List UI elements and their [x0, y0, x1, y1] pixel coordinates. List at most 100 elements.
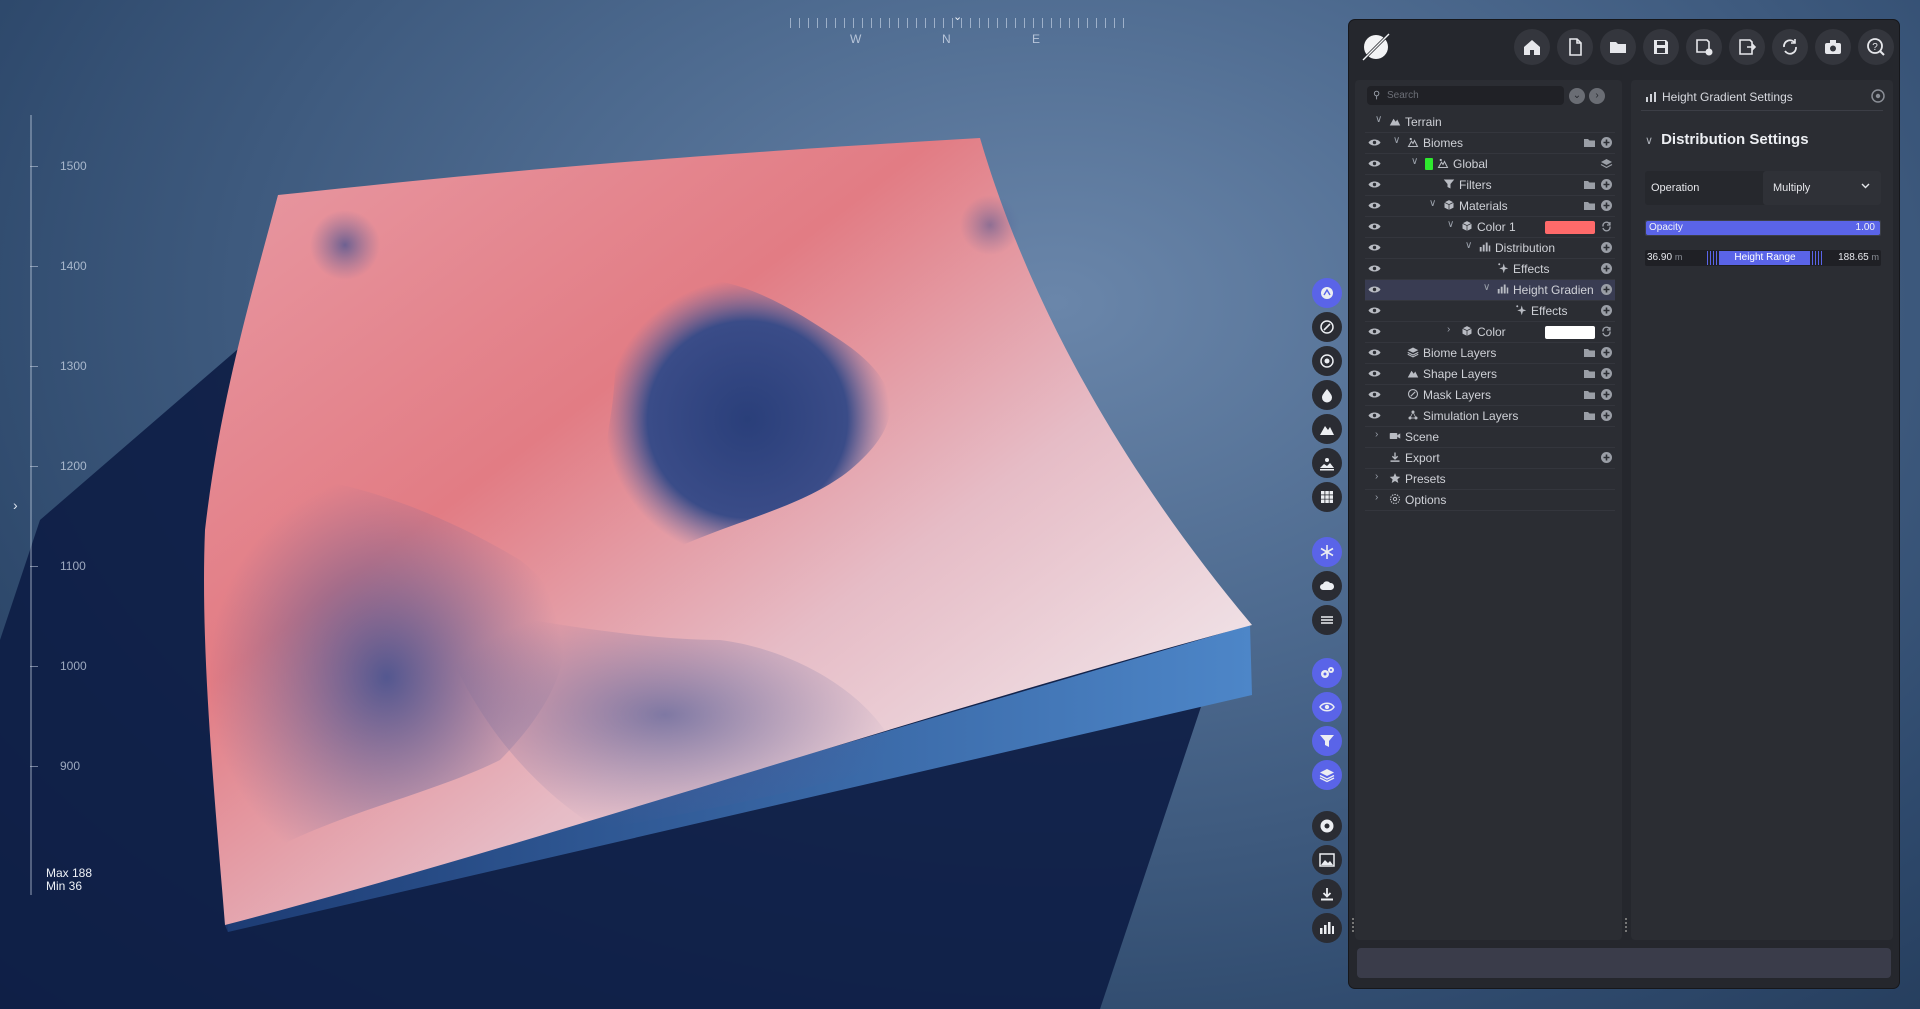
new-file-button[interactable]	[1557, 29, 1593, 65]
folder-icon[interactable]	[1583, 388, 1596, 401]
chevron-down-icon[interactable]: ∨	[1411, 156, 1418, 167]
collapse-all-icon[interactable]: ⌄	[1569, 88, 1585, 104]
tree-row[interactable]: Export	[1365, 448, 1615, 469]
visibility-eye-icon[interactable]	[1368, 264, 1381, 273]
landscape-tool-button[interactable]	[1312, 448, 1342, 478]
eye-tool-button[interactable]	[1312, 692, 1342, 722]
expand-left-icon[interactable]: ›	[13, 497, 18, 513]
tree-row[interactable]: ∨ Distribution	[1365, 238, 1615, 259]
tree-row[interactable]: ∨ Global	[1365, 154, 1615, 175]
cloud-tool-button[interactable]	[1312, 571, 1342, 601]
layers-tool-button[interactable]	[1312, 760, 1342, 790]
add-circle-icon[interactable]	[1600, 409, 1613, 422]
add-circle-icon[interactable]	[1600, 367, 1613, 380]
record-tool-button[interactable]	[1312, 811, 1342, 841]
height-range-slider[interactable]: 36.90 m Height Range 188.65 m	[1645, 250, 1881, 266]
add-circle-icon[interactable]	[1600, 346, 1613, 359]
visibility-eye-icon[interactable]	[1368, 159, 1381, 168]
tree-row[interactable]: › Presets	[1365, 469, 1615, 490]
opacity-slider[interactable]: Opacity 1.00	[1645, 220, 1881, 236]
resize-grip-left[interactable]	[1352, 918, 1354, 932]
tree-row[interactable]: › Options	[1365, 490, 1615, 511]
tree-row[interactable]: Biome Layers	[1365, 343, 1615, 364]
tree-row[interactable]: ∨ Materials	[1365, 196, 1615, 217]
chevron-right-icon[interactable]: ›	[1447, 324, 1450, 335]
visibility-eye-icon[interactable]	[1368, 222, 1381, 231]
visibility-eye-icon[interactable]	[1368, 327, 1381, 336]
filter-tool-button[interactable]	[1312, 726, 1342, 756]
resize-grip-mid[interactable]	[1625, 918, 1627, 932]
tree-row[interactable]: ∨ Terrain	[1365, 112, 1615, 133]
snowflake-tool-button[interactable]	[1312, 537, 1342, 567]
color-swatch[interactable]	[1545, 326, 1595, 339]
add-circle-icon[interactable]	[1600, 178, 1613, 191]
chevron-right-icon[interactable]: ›	[1375, 429, 1378, 440]
image-tool-button[interactable]	[1312, 845, 1342, 875]
chevron-down-icon[interactable]: ∨	[1483, 282, 1490, 293]
tree-row[interactable]: Filters	[1365, 175, 1615, 196]
add-circle-icon[interactable]	[1600, 283, 1613, 296]
visibility-eye-icon[interactable]	[1368, 369, 1381, 378]
refresh-icon[interactable]	[1600, 220, 1613, 233]
visibility-eye-icon[interactable]	[1368, 390, 1381, 399]
camera-button[interactable]	[1815, 29, 1851, 65]
folder-icon[interactable]	[1583, 346, 1596, 359]
folder-icon[interactable]	[1583, 367, 1596, 380]
settings-gear-icon[interactable]	[1871, 89, 1885, 103]
visibility-eye-icon[interactable]	[1368, 201, 1381, 210]
home-button[interactable]	[1514, 29, 1550, 65]
tree-row[interactable]: Effects	[1365, 259, 1615, 280]
add-circle-icon[interactable]	[1600, 304, 1613, 317]
chevron-right-icon[interactable]: ›	[1375, 492, 1378, 503]
operation-select[interactable]: Multiply	[1763, 171, 1881, 205]
folder-icon[interactable]	[1583, 199, 1596, 212]
visibility-eye-icon[interactable]	[1368, 306, 1381, 315]
refresh-button[interactable]	[1772, 29, 1808, 65]
color-swatch[interactable]	[1545, 221, 1595, 234]
save-button[interactable]	[1643, 29, 1679, 65]
stack-icon[interactable]	[1600, 157, 1613, 170]
add-circle-icon[interactable]	[1600, 241, 1613, 254]
chevron-down-icon[interactable]: ∨	[1447, 219, 1454, 230]
visibility-eye-icon[interactable]	[1368, 243, 1381, 252]
add-circle-icon[interactable]	[1600, 136, 1613, 149]
export-button[interactable]	[1729, 29, 1765, 65]
folder-icon[interactable]	[1583, 136, 1596, 149]
visibility-eye-icon[interactable]	[1368, 348, 1381, 357]
mountain-tool-button[interactable]	[1312, 414, 1342, 444]
wind-tool-button[interactable]	[1312, 605, 1342, 635]
visibility-eye-icon[interactable]	[1368, 285, 1381, 294]
visibility-eye-icon[interactable]	[1368, 411, 1381, 420]
water-drop-tool-button[interactable]	[1312, 380, 1342, 410]
chevron-down-icon[interactable]: ∨	[1375, 114, 1382, 125]
grid-tool-button[interactable]	[1312, 482, 1342, 512]
add-circle-icon[interactable]	[1600, 199, 1613, 212]
chevron-down-icon[interactable]: ∨	[1465, 240, 1472, 251]
tree-row[interactable]: Shape Layers	[1365, 364, 1615, 385]
erosion-tool-button[interactable]	[1312, 346, 1342, 376]
add-circle-icon[interactable]	[1600, 262, 1613, 275]
chart-tool-button[interactable]	[1312, 913, 1342, 943]
chevron-down-icon[interactable]: ∨	[1393, 135, 1400, 146]
brush-tool-button[interactable]	[1312, 312, 1342, 342]
tree-row[interactable]: ∨ Color 1	[1365, 217, 1615, 238]
download-tool-button[interactable]	[1312, 879, 1342, 909]
add-circle-icon[interactable]	[1600, 388, 1613, 401]
gears-tool-button[interactable]	[1312, 658, 1342, 688]
tree-row[interactable]: ∨ Biomes	[1365, 133, 1615, 154]
folder-icon[interactable]	[1583, 178, 1596, 191]
search-box[interactable]: ⚲	[1367, 86, 1564, 105]
next-icon[interactable]: ›	[1589, 88, 1605, 104]
refresh-icon[interactable]	[1600, 325, 1613, 338]
distribution-section-header[interactable]: ∨ Distribution Settings	[1645, 131, 1809, 148]
search-input[interactable]	[1387, 86, 1557, 105]
visibility-eye-icon[interactable]	[1368, 180, 1381, 189]
help-button[interactable]: ?	[1858, 29, 1894, 65]
folder-icon[interactable]	[1583, 409, 1596, 422]
sculpt-tool-button[interactable]	[1312, 278, 1342, 308]
tree-row[interactable]: ∨ Height Gradien	[1365, 280, 1615, 301]
tree-row[interactable]: › Color	[1365, 322, 1615, 343]
chevron-right-icon[interactable]: ›	[1375, 471, 1378, 482]
tree-row[interactable]: › Scene	[1365, 427, 1615, 448]
tree-row[interactable]: Simulation Layers	[1365, 406, 1615, 427]
